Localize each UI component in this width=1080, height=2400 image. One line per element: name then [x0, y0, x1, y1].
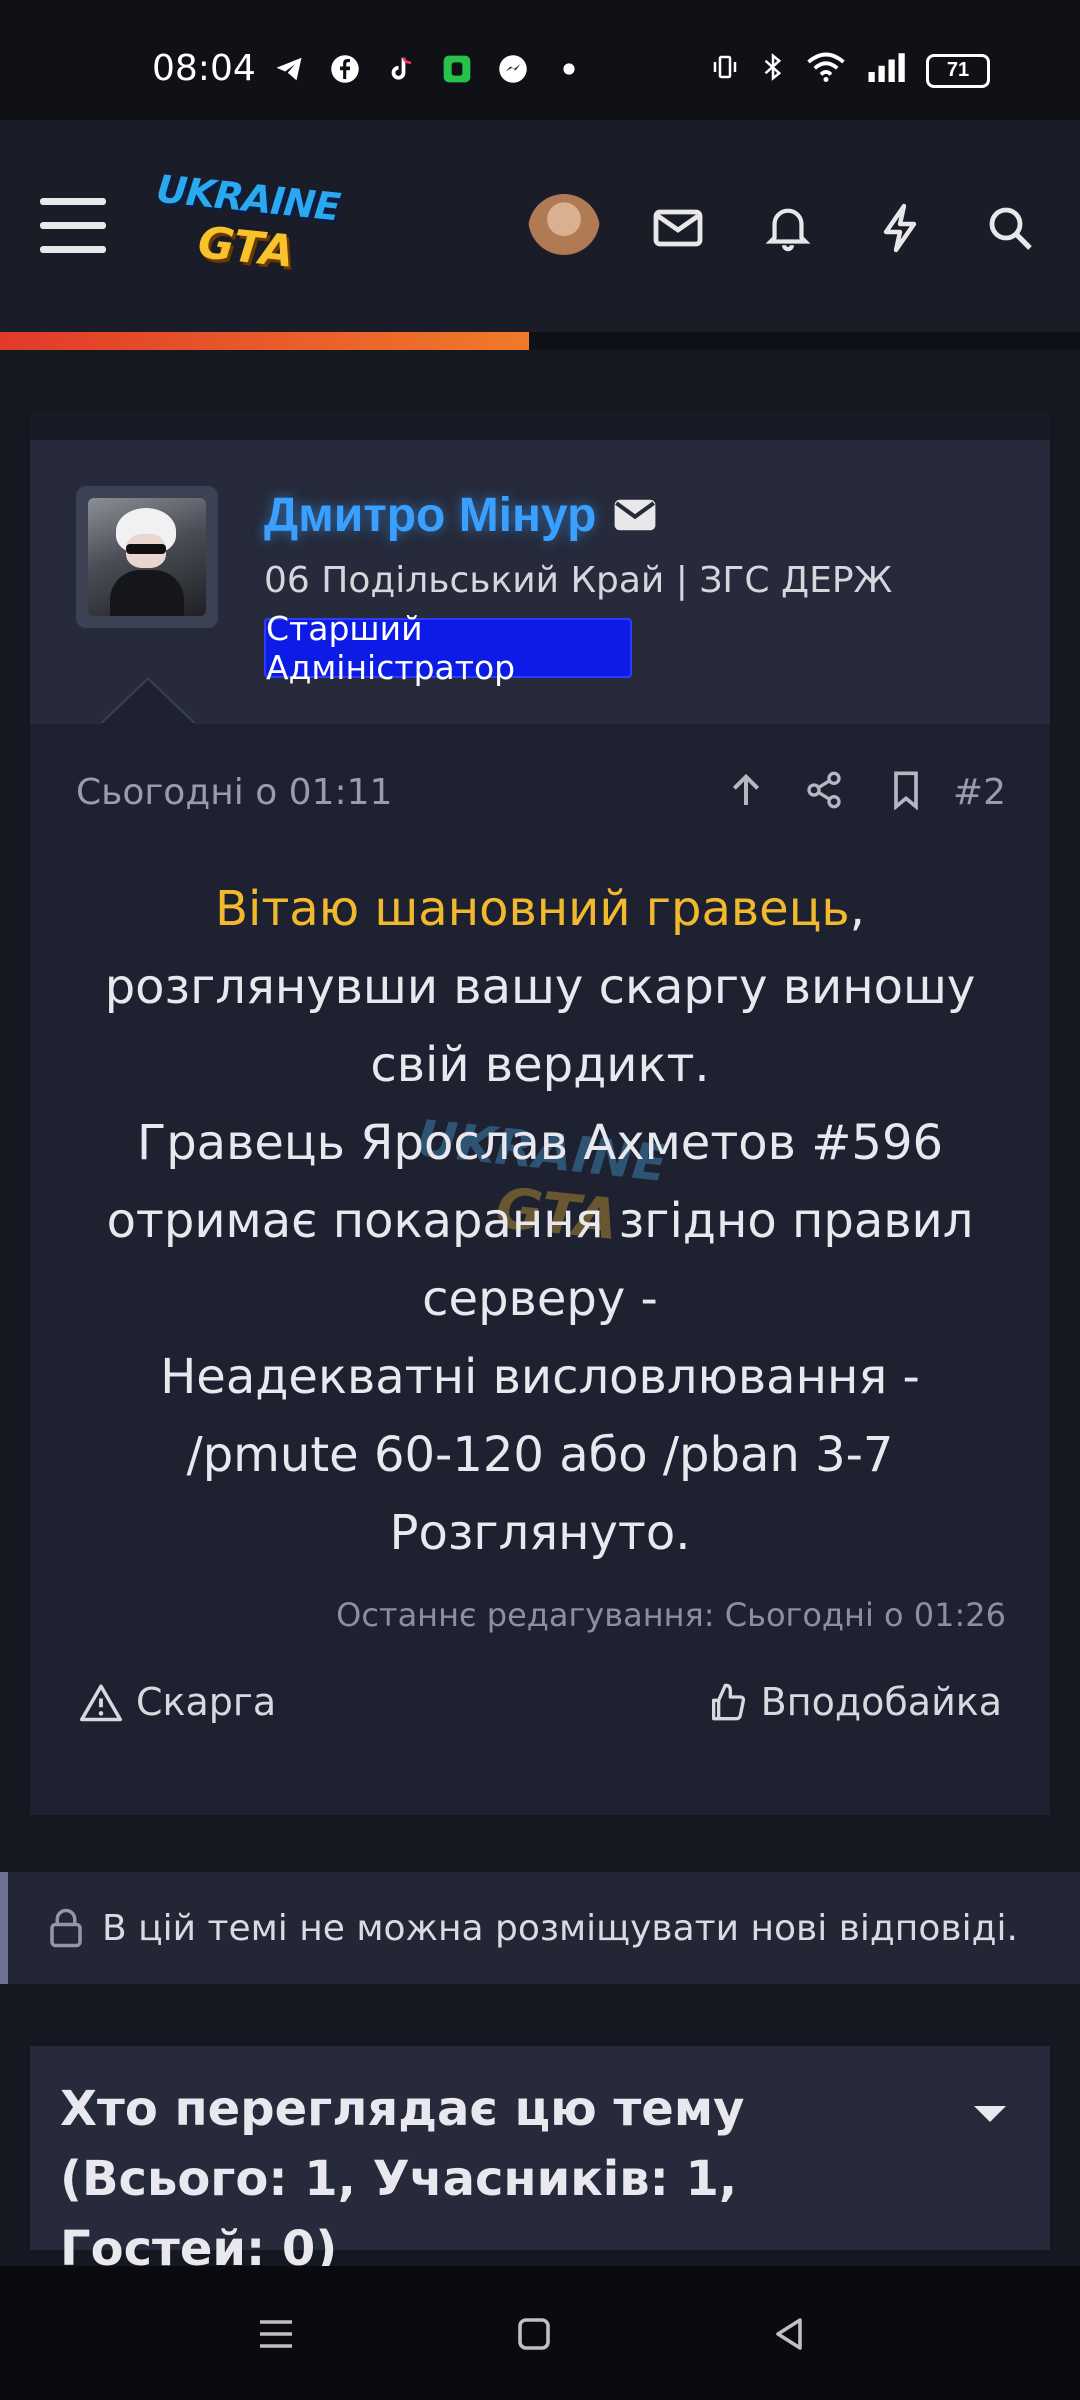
envelope-icon[interactable]	[612, 498, 658, 537]
report-label: Скарга	[136, 1680, 277, 1724]
greeting-highlight: Вітаю шановний гравець	[215, 881, 850, 937]
viewers-title: Хто переглядає цю тему (Всього: 1, Учасн…	[60, 2081, 745, 2277]
post-body-line: Вітаю шановний гравець,	[215, 881, 865, 937]
share-icon[interactable]	[800, 766, 848, 814]
messenger-icon	[496, 52, 530, 86]
locked-notice-text: В цій темі не можна розміщувати нові від…	[102, 1907, 1018, 1949]
warning-icon	[80, 1684, 122, 1722]
status-bar: 08:04 71	[0, 0, 1080, 120]
bell-icon[interactable]	[752, 192, 824, 264]
dot-icon	[552, 52, 586, 86]
post-card-top-strip	[30, 412, 1050, 440]
author-name[interactable]: Дмитро Мінур	[264, 488, 596, 543]
site-header: UKRAINE GTA	[0, 120, 1080, 350]
system-nav-bar	[0, 2266, 1080, 2400]
app-icon	[440, 52, 474, 86]
bluetooth-icon	[760, 52, 786, 89]
post-card: Дмитро Мінур 06 Подільський Край | ЗГС Д…	[30, 440, 1050, 1815]
post-number[interactable]: #2	[953, 772, 1006, 813]
thread-locked-notice: В цій темі не можна розміщувати нові від…	[0, 1872, 1080, 1984]
author-title: 06 Подільський Край | ЗГС ДЕРЖ	[264, 560, 893, 601]
caret-down-icon[interactable]	[974, 2106, 1006, 2122]
battery-icon: 71	[926, 53, 990, 88]
facebook-icon	[328, 52, 362, 86]
telegram-icon	[272, 52, 306, 86]
lock-icon	[48, 1907, 84, 1949]
post-body: Вітаю шановний гравець, розглянувши вашу…	[70, 870, 1010, 1572]
thread-viewers-block[interactable]: Хто переглядає цю тему (Всього: 1, Учасн…	[30, 2046, 1050, 2277]
reading-progress-fill	[0, 332, 530, 350]
home-square-icon[interactable]	[502, 2302, 566, 2366]
signal-icon	[866, 52, 906, 89]
arrow-up-icon[interactable]	[722, 766, 770, 814]
notification-icons	[272, 52, 586, 86]
menu-lines-icon[interactable]	[244, 2302, 308, 2366]
user-avatar[interactable]	[528, 194, 600, 266]
last-edit-note: Останнє редагування: Сьогодні о 01:26	[336, 1596, 1006, 1634]
back-triangle-icon[interactable]	[758, 2302, 822, 2366]
like-label: Вподобайка	[760, 1680, 1002, 1724]
bookmark-icon[interactable]	[882, 766, 930, 814]
author-avatar[interactable]	[76, 486, 218, 628]
post-body-line: розглянувши вашу скаргу виношу свій верд…	[104, 959, 976, 1093]
report-button[interactable]: Скарга	[80, 1680, 276, 1724]
post-timestamp[interactable]: Сьогодні о 01:11	[76, 772, 392, 813]
tiktok-icon	[384, 52, 418, 86]
menu-icon[interactable]	[40, 198, 106, 254]
lightning-icon[interactable]	[864, 192, 936, 264]
thumbs-up-icon	[711, 1683, 745, 1721]
like-button[interactable]: Вподобайка	[707, 1680, 1002, 1724]
inbox-icon[interactable]	[642, 192, 714, 264]
status-time: 08:04	[152, 48, 256, 89]
role-badge: Старший Адміністратор	[264, 609, 632, 687]
author-pointer	[102, 680, 194, 724]
logo-text-bottom: GTA	[195, 217, 297, 278]
vibrate-icon	[710, 52, 740, 89]
wifi-icon	[806, 52, 846, 89]
reading-progress-bar	[0, 332, 1080, 350]
post-body-line: Гравець Ярослав Ахметов #596 отримає пок…	[106, 1115, 974, 1327]
search-icon[interactable]	[974, 192, 1046, 264]
logo-text-top: UKRAINE	[154, 166, 342, 230]
post-body-line: Неадекватні висловлювання - /pmute 60-12…	[160, 1349, 920, 1483]
system-icons: 71	[710, 52, 990, 89]
post-body-line: Розглянуто.	[389, 1505, 691, 1561]
site-logo[interactable]: UKRAINE GTA	[150, 167, 341, 282]
